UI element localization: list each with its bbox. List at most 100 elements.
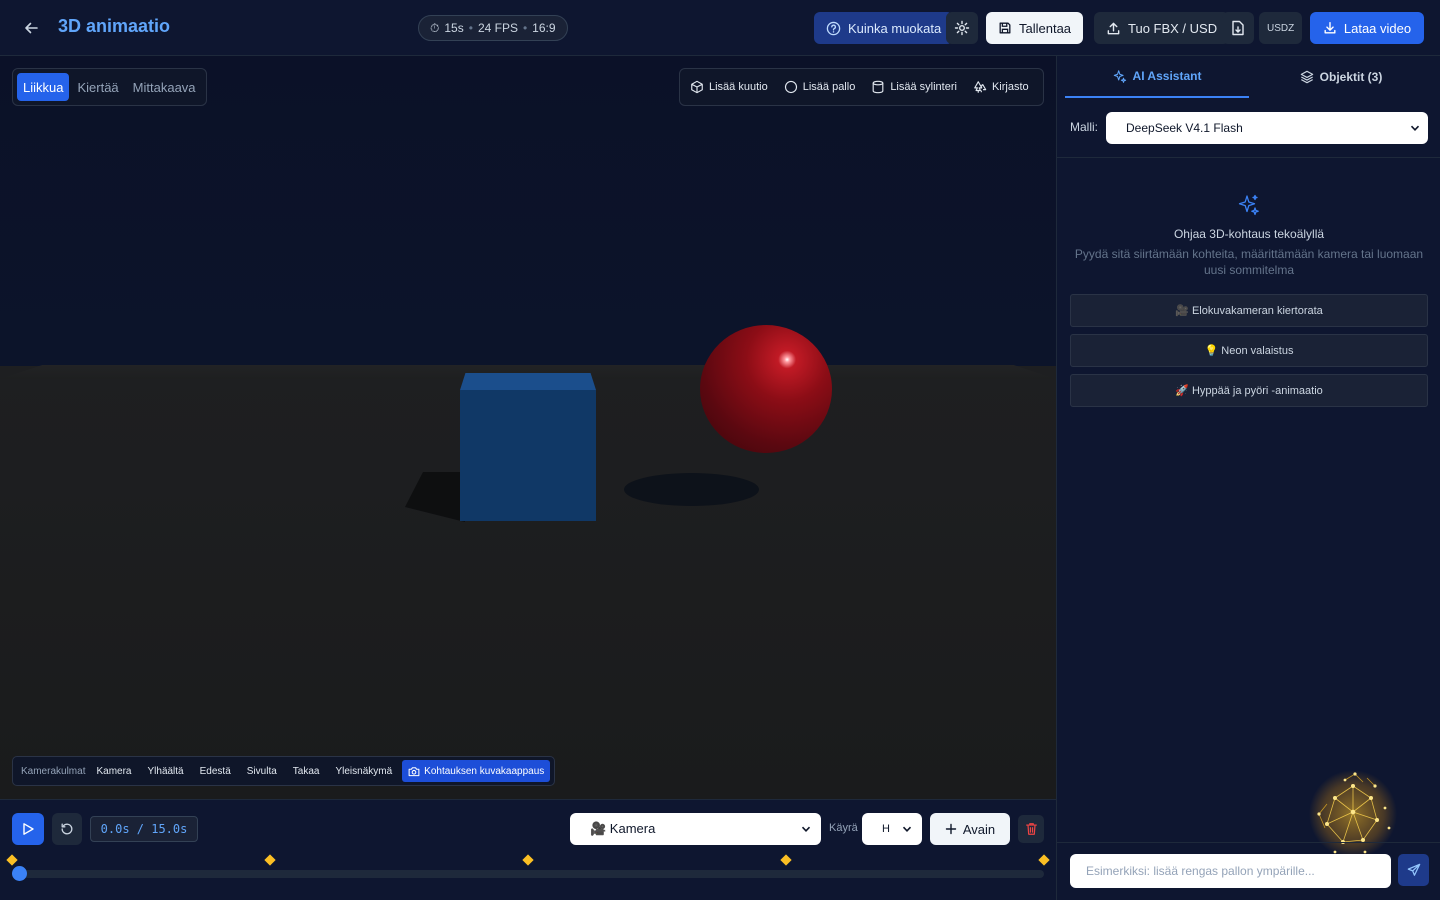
timeline-panel: 0.0s / 15.0s 🎥 Kamera Käyrä H Avain [0, 799, 1056, 900]
track-select[interactable]: 🎥 Kamera [570, 813, 821, 845]
add-object-toolbar: Lisää kuutio Lisää pallo Lisää sylinteri… [679, 68, 1044, 106]
separator-dot: • [522, 21, 528, 35]
camera-angles-bar: Kamerakulmat Kamera Ylhäältä Edestä Sivu… [12, 756, 556, 786]
add-keyframe-label: Avain [962, 821, 996, 837]
transform-mode-toolbar: Liikkua Kiertää Mittakaava [12, 68, 207, 106]
page-title: 3D animaatio [58, 16, 171, 36]
download-icon [1324, 22, 1336, 34]
empty-state-title: Ohjaa 3D-kohtaus tekoälyllä [1173, 227, 1325, 241]
usdz-export-button[interactable]: USDZ [1259, 12, 1303, 44]
camera-angle-front[interactable]: Edestä [200, 766, 231, 777]
add-cylinder-label: Lisää sylinteri [890, 81, 957, 93]
camera-angle-overview[interactable]: Yleisnäkymä [335, 766, 392, 777]
curve-label: Käyrä [829, 822, 858, 834]
sphere-shadow [624, 473, 759, 506]
camera-angle-camera[interactable]: Kamera [96, 766, 131, 777]
export-file-button[interactable] [1222, 12, 1254, 44]
curve-select-value: H [882, 823, 890, 835]
back-button[interactable] [18, 15, 44, 41]
timeline-scrubber[interactable] [15, 870, 1044, 878]
keyframe-marker[interactable] [264, 854, 276, 866]
cube-object-top[interactable] [460, 373, 596, 390]
import-button[interactable]: Tuo FBX / USD [1094, 12, 1230, 44]
plus-icon [945, 823, 957, 835]
timer-icon: ⏱ [430, 20, 440, 35]
scene-snapshot-label: Kohtauksen kuvakaappaus [424, 765, 545, 777]
help-button[interactable]: Kuinka muokata [814, 12, 954, 44]
fps-value: 24 FPS [477, 21, 518, 35]
play-button[interactable] [12, 813, 44, 845]
side-panel: AI Assistant Objektit (3) Malli: DeepSee… [1056, 56, 1440, 900]
empty-state-description: Pyydä sitä siirtämään kohteita, määrittä… [1074, 247, 1424, 277]
trees-icon [974, 81, 987, 93]
camera-icon [408, 766, 420, 776]
add-cylinder-button[interactable]: Lisää sylinteri [871, 80, 957, 94]
chat-input[interactable]: Esimerkiksi: lisää rengas pallon ympäril… [1070, 854, 1391, 888]
aspect-value: 16:9 [532, 21, 556, 35]
add-sphere-label: Lisää pallo [802, 81, 856, 93]
send-button[interactable] [1398, 854, 1429, 886]
arrow-left-icon [25, 22, 38, 34]
import-label: Tuo FBX / USD [1128, 20, 1218, 36]
chat-placeholder: Esimerkiksi: lisää rengas pallon ympäril… [1086, 864, 1315, 878]
tab-objects-label: Objektit (3) [1319, 70, 1383, 84]
keyframe-marker[interactable] [1038, 854, 1050, 866]
delete-keyframe-button[interactable] [1018, 815, 1044, 843]
sparkles-icon [1113, 70, 1126, 83]
curve-select[interactable]: H [862, 813, 922, 845]
panel-divider [1057, 157, 1440, 158]
model-select-value: DeepSeek V4.1 Flash [1126, 121, 1243, 135]
trash-icon [1025, 823, 1037, 835]
3d-viewport[interactable]: Liikkua Kiertää Mittakaava Lisää kuutio … [0, 56, 1056, 799]
camera-angle-back[interactable]: Takaa [293, 766, 320, 777]
reset-button[interactable] [52, 813, 82, 845]
separator-dot: • [468, 21, 473, 35]
tab-ai-assistant[interactable]: AI Assistant [1065, 56, 1249, 98]
mode-rotate-button[interactable]: Kiertää [71, 73, 124, 101]
chevron-down-icon [801, 826, 811, 832]
model-label: Malli: [1070, 120, 1099, 134]
camera-angle-side[interactable]: Sivulta [247, 766, 277, 777]
cube-shadow [405, 472, 465, 522]
suggestion-button[interactable]: 🎥 Elokuvakameran kiertorata [1070, 294, 1428, 327]
tab-objects[interactable]: Objektit (3) [1249, 56, 1433, 98]
download-video-label: Lataa video [1343, 20, 1412, 36]
sphere-object[interactable] [700, 325, 832, 453]
help-label: Kuinka muokata [848, 20, 942, 36]
suggestion-button[interactable]: 💡 Neon valaistus [1070, 334, 1428, 367]
circle-icon [784, 80, 797, 94]
cube-icon [691, 80, 703, 94]
camera-angle-top[interactable]: Ylhäältä [147, 766, 183, 777]
time-display: 0.0s / 15.0s [90, 816, 198, 842]
playhead-handle[interactable] [12, 866, 27, 881]
library-button[interactable]: Kirjasto [973, 80, 1029, 94]
keyframe-marker[interactable] [6, 854, 18, 866]
save-button[interactable]: Tallentaa [986, 12, 1084, 44]
chevron-down-icon [902, 826, 912, 832]
ai-orb-icon [1309, 770, 1397, 858]
track-select-value: 🎥 Kamera [590, 821, 656, 836]
gear-icon [954, 20, 970, 36]
mode-scale-button[interactable]: Mittakaava [127, 73, 202, 101]
suggestion-button[interactable]: 🚀 Hyppää ja pyöri -animaatio [1070, 374, 1428, 407]
play-icon [23, 823, 34, 835]
download-video-button[interactable]: Lataa video [1310, 12, 1424, 44]
settings-button[interactable] [946, 12, 978, 44]
keyframe-marker[interactable] [780, 854, 792, 866]
sparkles-icon [1238, 194, 1259, 216]
add-sphere-button[interactable]: Lisää pallo [784, 80, 856, 94]
send-icon [1407, 863, 1420, 876]
upload-icon [1107, 22, 1120, 34]
save-label: Tallentaa [1019, 20, 1072, 36]
camera-angles-label: Kamerakulmat [21, 765, 86, 777]
file-download-icon [1232, 20, 1244, 36]
mode-move-button[interactable]: Liikkua [17, 73, 70, 101]
cube-object[interactable] [460, 390, 596, 521]
model-select[interactable]: DeepSeek V4.1 Flash [1106, 112, 1428, 144]
scene-snapshot-button[interactable]: Kohtauksen kuvakaappaus [402, 760, 551, 782]
add-keyframe-button[interactable]: Avain [930, 813, 1010, 845]
keyframe-marker[interactable] [522, 854, 534, 866]
library-label: Kirjasto [991, 81, 1029, 93]
add-cube-button[interactable]: Lisää kuutio [690, 80, 768, 94]
add-cube-label: Lisää kuutio [709, 81, 768, 93]
